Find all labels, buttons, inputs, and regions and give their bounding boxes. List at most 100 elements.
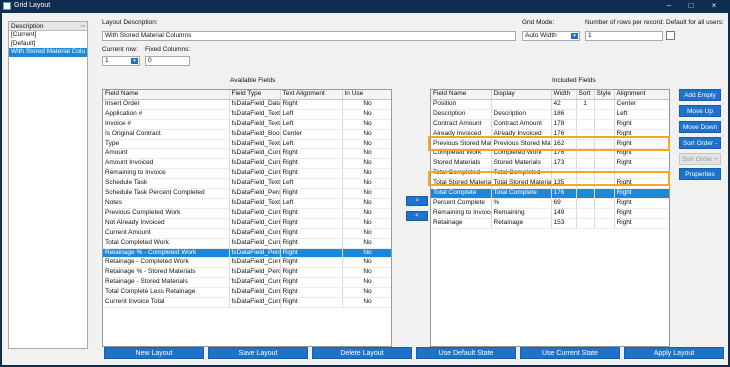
sort-order-minus-button[interactable]: Sort Order - — [679, 137, 721, 149]
column-header[interactable]: In Use — [342, 90, 391, 100]
properties-button[interactable]: Properties — [679, 168, 721, 180]
table-row[interactable]: Notes fsDataField_Text Left No — [103, 198, 391, 209]
table-row[interactable]: Current Invoice Total fsDataField_Curr Rig… — [103, 297, 391, 308]
table-cell: fsDataField_Curr — [229, 238, 281, 249]
table-cell: fsDataField_Text — [229, 178, 281, 190]
table-row[interactable]: Application # fsDataField_Text Left No — [103, 109, 391, 120]
table-row[interactable]: Previous Completed Work fsDataField_Curr R… — [103, 208, 391, 219]
current-row-select[interactable]: 1 ▾ — [102, 56, 140, 66]
table-row[interactable]: Amount Invoiced fsDataField_Curr Right No — [103, 158, 391, 170]
table-cell: Retainage % - Completed Work — [103, 248, 230, 259]
move-up-button[interactable]: Move Up — [679, 105, 721, 117]
column-header[interactable]: Field Name — [431, 90, 492, 100]
column-header[interactable]: Alignment — [614, 90, 669, 100]
available-fields-grid: Field Name Field Type Text Alignment In Use… — [102, 89, 392, 347]
table-row[interactable]: Position 42 1 Center — [431, 99, 669, 110]
grid-mode-value: Auto Width — [525, 32, 557, 39]
table-row[interactable]: Remaining to Invoice Remaining 149 Right — [431, 208, 669, 219]
table-cell: Position — [431, 99, 492, 110]
chevron-down-icon[interactable]: ▾ — [571, 33, 578, 39]
table-row[interactable]: Total Complete Total Complete 176 Right — [431, 188, 669, 199]
table-row[interactable]: Type fsDataField_Text Left No — [103, 139, 391, 150]
table-row[interactable]: Schedule Task Percent Completed fsDataFie… — [103, 188, 391, 199]
table-row[interactable]: Previous Stored Mat Previous Stored Mat 16… — [431, 139, 669, 150]
table-row[interactable]: Remaining to Invoice fsDataField_Curr Righ… — [103, 168, 391, 180]
layout-description-input[interactable]: With Stored Material Columns — [102, 31, 516, 41]
sort-order-plus-button[interactable]: Sort Order + — [679, 153, 721, 165]
table-row[interactable]: Retainage - Stored Materials fsDataField_… — [103, 277, 391, 289]
table-cell — [551, 168, 577, 180]
table-row[interactable]: Amount fsDataField_Curr Right No — [103, 148, 391, 160]
column-header[interactable]: Sort — [576, 90, 595, 100]
dialog-body: Description ⊸ [Current] [Default] With Sto… — [2, 13, 728, 365]
use-default-state-button[interactable]: Use Default State — [416, 347, 516, 359]
layout-list-item[interactable]: [Current] — [9, 31, 87, 40]
close-icon[interactable]: × — [707, 0, 721, 12]
grid-mode-select[interactable]: Auto Width ▾ — [522, 31, 580, 41]
fixed-columns-input[interactable]: 0 — [145, 56, 190, 66]
table-row[interactable]: Current Amount fsDataField_Curr Right No — [103, 228, 391, 239]
table-row[interactable]: Not Already Invoiced fsDataField_Curr Righ… — [103, 218, 391, 229]
delete-layout-button[interactable]: Delete Layout — [312, 347, 412, 359]
table-cell: 176 — [551, 148, 577, 160]
table-cell: Total Complete Less Retainage — [103, 287, 230, 299]
minimize-icon[interactable]: – — [662, 0, 676, 12]
table-row[interactable]: Percent Complete% 69 Right — [431, 198, 669, 209]
table-cell: fsDataField_Perc — [229, 188, 281, 199]
add-empty-button[interactable]: Add Empty — [679, 89, 721, 101]
column-header[interactable]: Field Name — [103, 90, 230, 100]
table-cell — [594, 109, 615, 120]
add-field-button[interactable]: > — [406, 196, 428, 206]
table-cell: Retainage % - Stored Materials — [103, 267, 230, 279]
rows-per-record-input[interactable]: 1 — [585, 31, 663, 41]
table-row[interactable]: Already Invoiced Already Invoiced 176 Right — [431, 129, 669, 140]
pin-icon[interactable]: ⊸ — [80, 22, 85, 31]
column-header[interactable]: Text Alignment — [280, 90, 343, 100]
layout-list-header[interactable]: Description ⊸ — [9, 22, 87, 31]
column-header[interactable]: Field Type — [229, 90, 281, 100]
current-row-value: 1 — [105, 57, 109, 64]
table-row[interactable]: Description Description 186 Left — [431, 109, 669, 120]
table-row[interactable]: Contract Amount Contract Amount 178 Right — [431, 119, 669, 130]
table-cell: No — [342, 218, 391, 229]
layout-list-item[interactable]: [Default] — [9, 40, 87, 49]
table-row[interactable]: Invoice # fsDataField_Text Left No — [103, 119, 391, 130]
apply-layout-button[interactable]: Apply Layout — [624, 347, 724, 359]
column-header[interactable]: Style — [594, 90, 615, 100]
table-row[interactable]: Retainage % - Completed Work fsDataField_… — [103, 248, 391, 259]
table-row[interactable]: Total Completed Total Completed — [431, 168, 669, 180]
title-bar[interactable]: Grid Layout – □ × — [0, 0, 730, 12]
available-fields-header: Field Name Field Type Text Alignment In Use — [103, 90, 391, 100]
table-cell: Previous Stored Mat — [491, 139, 552, 150]
maximize-icon[interactable]: □ — [684, 0, 698, 12]
layout-list-item[interactable]: With Stored Material Colu — [9, 48, 87, 57]
table-row[interactable]: Total Completed Work fsDataField_Curr Righ… — [103, 238, 391, 249]
table-cell: fsDataField_Text — [229, 119, 281, 130]
table-cell: 186 — [551, 109, 577, 120]
table-row[interactable]: Retainage % - Stored Materials fsDataFiel… — [103, 267, 391, 279]
new-layout-button[interactable]: New Layout — [104, 347, 204, 359]
move-down-button[interactable]: Move Down — [679, 121, 721, 133]
column-header[interactable]: Width — [551, 90, 577, 100]
table-row[interactable]: Is Original Contract fsDataField_Boo Cente… — [103, 129, 391, 140]
chevron-down-icon[interactable]: ▾ — [131, 58, 138, 64]
default-all-users-checkbox[interactable] — [666, 31, 675, 40]
save-layout-button[interactable]: Save Layout — [208, 347, 308, 359]
table-cell — [576, 119, 595, 130]
table-cell: 1 — [576, 99, 595, 110]
table-row[interactable]: Completed Work Completed Work 176 Right — [431, 148, 669, 160]
column-header[interactable]: Display — [491, 90, 552, 100]
table-row[interactable]: Total Complete Less Retainage fsDataField… — [103, 287, 391, 299]
layout-list-scrollbar[interactable] — [88, 21, 94, 349]
table-row[interactable]: Stored Materials Stored Materials 173 Right — [431, 158, 669, 170]
remove-field-button[interactable]: < — [406, 211, 428, 221]
table-row[interactable]: Retainage - Completed Work fsDataField_Cu… — [103, 257, 391, 269]
table-cell: Total Stored Materia — [431, 178, 492, 190]
use-current-state-button[interactable]: Use Current State — [520, 347, 620, 359]
table-row[interactable]: Retainage Retainage 153 Right — [431, 218, 669, 229]
table-row[interactable]: Insert Order fsDataField_Data Right No — [103, 99, 391, 110]
table-cell: Center — [614, 99, 669, 110]
table-row[interactable]: Total Stored Materia Total Stored Materia… — [431, 178, 669, 190]
table-row[interactable]: Schedule Task fsDataField_Text Left No — [103, 178, 391, 190]
table-cell: fsDataField_Perc — [229, 267, 281, 279]
